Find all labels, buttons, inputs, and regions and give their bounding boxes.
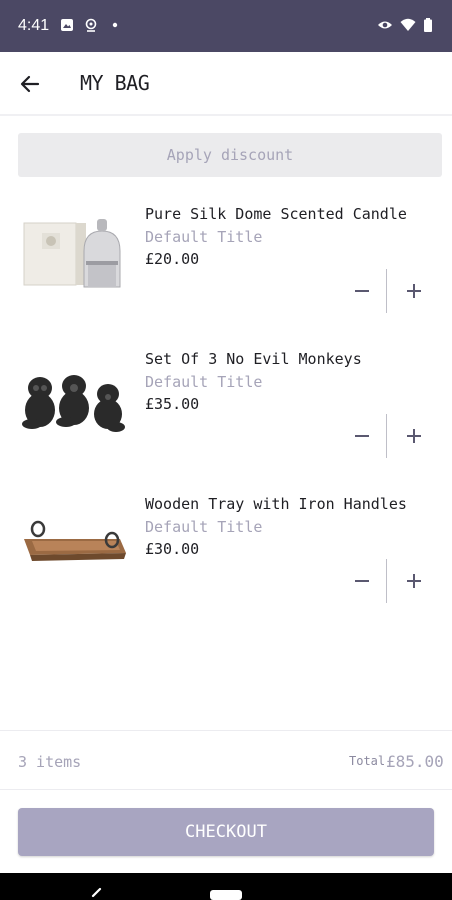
apply-discount-label: Apply discount: [166, 146, 294, 164]
app-bar: MY BAG: [0, 52, 452, 116]
order-summary: 3 items Total £85.00: [0, 731, 452, 789]
item-name: Pure Silk Dome Scented Candle: [145, 205, 407, 223]
checkout-label: CHECKOUT: [185, 822, 267, 842]
minus-icon: [355, 290, 369, 292]
location-notification-icon: [85, 18, 97, 32]
page-title: MY BAG: [80, 71, 150, 95]
cart-item: Wooden Tray with Iron Handles Default Ti…: [0, 495, 452, 625]
stepper-divider: [386, 414, 387, 458]
cart-item: Set Of 3 No Evil Monkeys Default Title £…: [0, 350, 452, 480]
stepper-divider: [386, 559, 387, 603]
decrease-quantity-button[interactable]: [346, 420, 378, 452]
minus-icon: [355, 435, 369, 437]
candle-image: [23, 219, 121, 288]
apply-discount-button[interactable]: Apply discount: [18, 133, 442, 177]
checkout-button[interactable]: CHECKOUT: [18, 808, 434, 856]
quantity-stepper: [346, 557, 430, 605]
back-nav-icon[interactable]: [88, 887, 106, 900]
plus-icon: [407, 574, 421, 588]
quantity-stepper: [346, 267, 430, 315]
item-name: Set Of 3 No Evil Monkeys: [145, 350, 362, 368]
tray-image: [24, 520, 126, 561]
status-time: 4:41: [18, 17, 50, 34]
divider: [0, 789, 452, 790]
total-value: £85.00: [386, 752, 444, 771]
item-variant: Default Title: [145, 518, 263, 536]
stepper-divider: [386, 269, 387, 313]
dot-notification-icon: [112, 22, 118, 28]
increase-quantity-button[interactable]: [398, 565, 430, 597]
system-navigation-bar: [0, 873, 452, 900]
quantity-stepper: [346, 412, 430, 460]
monkeys-image: [22, 375, 125, 432]
battery-icon: [424, 18, 432, 32]
item-variant: Default Title: [145, 373, 263, 391]
home-nav-icon[interactable]: [210, 890, 242, 900]
item-count: 3 items: [18, 753, 82, 771]
total-label: Total: [349, 754, 386, 768]
cart-item: Pure Silk Dome Scented Candle Default Ti…: [0, 205, 452, 335]
increase-quantity-button[interactable]: [398, 275, 430, 307]
minus-icon: [355, 580, 369, 582]
item-variant: Default Title: [145, 228, 263, 246]
item-price: £30.00: [145, 540, 200, 558]
status-bar: 4:41: [0, 0, 452, 52]
item-price: £35.00: [145, 395, 200, 413]
plus-icon: [407, 284, 421, 298]
decrease-quantity-button[interactable]: [346, 565, 378, 597]
item-name: Wooden Tray with Iron Handles: [145, 495, 407, 513]
wifi-icon: [400, 18, 416, 31]
item-price: £20.00: [145, 250, 200, 268]
eye-icon: [378, 21, 392, 29]
image-notification-icon: [61, 19, 73, 31]
increase-quantity-button[interactable]: [398, 420, 430, 452]
back-arrow-icon[interactable]: [14, 68, 46, 100]
decrease-quantity-button[interactable]: [346, 275, 378, 307]
plus-icon: [407, 429, 421, 443]
